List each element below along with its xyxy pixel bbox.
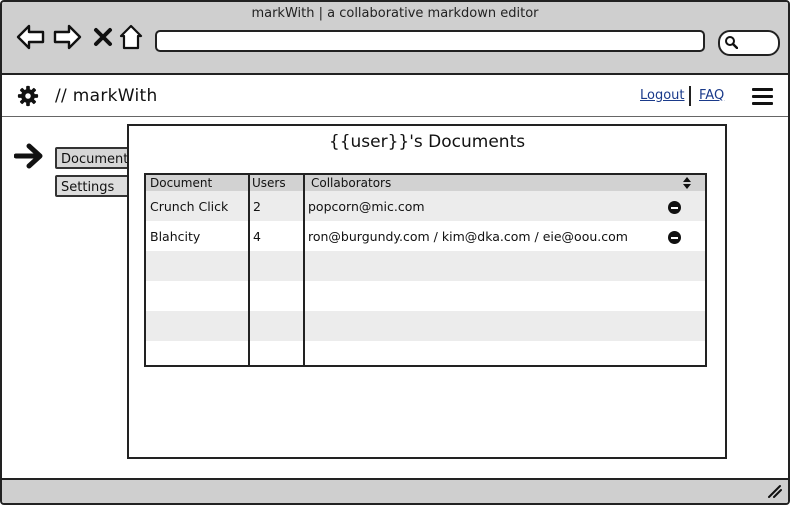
header-divider: [689, 86, 691, 106]
status-bar: [2, 478, 788, 503]
search-icon: [725, 36, 738, 49]
sort-icon[interactable]: [682, 176, 692, 190]
table-row-empty: [146, 251, 705, 281]
table-row-empty: [146, 341, 705, 365]
home-icon[interactable]: [116, 22, 146, 52]
collaborators-list: ron@burgundy.com / kim@dka.com / eie@oou…: [308, 229, 628, 244]
app-header: // markWith Logout FAQ: [2, 75, 788, 117]
page-title: {{user}}'s Documents: [328, 132, 526, 152]
column-divider: [248, 175, 250, 365]
sidebar-item-documents[interactable]: Documents: [55, 147, 135, 169]
close-icon[interactable]: [88, 22, 118, 52]
sidebar-item-settings[interactable]: Settings: [55, 175, 133, 197]
table-row[interactable]: Blahcity 4 ron@burgundy.com / kim@dka.co…: [146, 221, 705, 251]
address-bar[interactable]: [155, 30, 705, 52]
documents-panel: {{user}}'s Documents Document Users Coll…: [127, 124, 727, 459]
browser-chrome: markWith | a collaborative markdown edit…: [2, 2, 788, 75]
column-header-users[interactable]: Users: [252, 176, 286, 190]
table-header: Document Users Collaborators: [146, 175, 705, 191]
app-brand: // markWith: [55, 86, 158, 106]
table-row-empty: [146, 281, 705, 311]
collaborators-list: popcorn@mic.com: [308, 199, 425, 214]
table-row[interactable]: Crunch Click 2 popcorn@mic.com: [146, 191, 705, 221]
remove-document-button[interactable]: [668, 231, 681, 244]
resize-grip-icon[interactable]: [766, 484, 782, 498]
table-row-empty: [146, 311, 705, 341]
remove-document-button[interactable]: [668, 201, 681, 214]
document-name[interactable]: Blahcity: [150, 229, 200, 244]
column-divider: [303, 175, 305, 365]
user-count: 2: [253, 199, 261, 214]
browser-window: markWith | a collaborative markdown edit…: [0, 0, 790, 505]
arrow-right-icon: [14, 143, 43, 169]
hamburger-menu-icon[interactable]: [752, 88, 774, 106]
user-count: 4: [253, 229, 261, 244]
logout-link[interactable]: Logout: [640, 88, 685, 103]
documents-table: Document Users Collaborators Crunch Clic…: [144, 173, 707, 367]
faq-link[interactable]: FAQ: [699, 88, 724, 103]
gear-icon[interactable]: [17, 85, 39, 107]
back-arrow-icon[interactable]: [16, 22, 46, 52]
column-header-document[interactable]: Document: [150, 176, 212, 190]
forward-arrow-icon[interactable]: [52, 22, 82, 52]
browser-search-field[interactable]: [718, 30, 780, 56]
column-header-collaborators[interactable]: Collaborators: [311, 176, 391, 190]
document-name[interactable]: Crunch Click: [150, 199, 228, 214]
window-title: markWith | a collaborative markdown edit…: [251, 6, 539, 21]
